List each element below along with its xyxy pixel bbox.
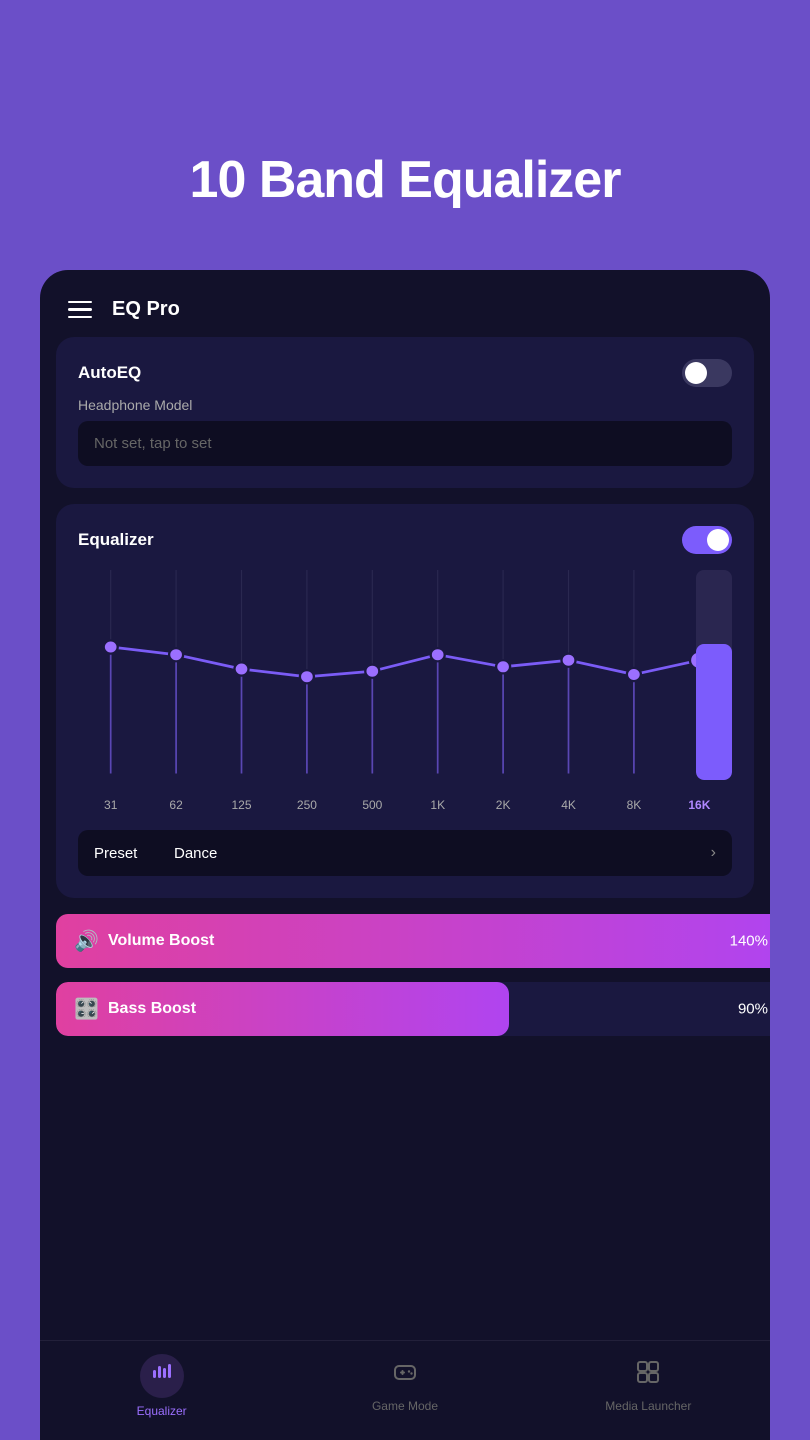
equalizer-nav-icon — [150, 1360, 174, 1391]
eq-header: Equalizer — [78, 526, 732, 554]
volume-boost-percent: 140% — [730, 933, 768, 950]
freq-labels: 31 62 125 250 500 1K 2K 4K 8K 16K — [78, 798, 732, 822]
headphone-model-field[interactable]: Not set, tap to set — [78, 421, 732, 466]
eq-chart-area[interactable] — [78, 570, 732, 790]
app-card: EQ Pro AutoEQ Headphone Model Not set, t… — [40, 270, 770, 1440]
menu-button[interactable] — [68, 301, 92, 319]
preset-chevron-icon: › — [711, 844, 716, 862]
freq-4k: 4K — [536, 798, 601, 812]
freq-125: 125 — [209, 798, 274, 812]
navbar: EQ Pro — [40, 270, 770, 337]
vertical-eq-slider[interactable] — [696, 570, 732, 780]
autoeq-label: AutoEQ — [78, 363, 141, 383]
freq-31: 31 — [78, 798, 143, 812]
freq-500: 500 — [340, 798, 405, 812]
volume-boost-bar[interactable]: 🔊 Volume Boost 140% — [56, 914, 770, 968]
nav-media-launcher[interactable]: Media Launcher — [527, 1358, 770, 1413]
game-mode-nav-icon — [391, 1358, 419, 1393]
volume-boost-label: Volume Boost — [108, 932, 214, 950]
bass-boost-bar[interactable]: 🎛️ Bass Boost 90% — [56, 982, 770, 1036]
nav-equalizer[interactable]: Equalizer — [40, 1354, 283, 1418]
app-title: EQ Pro — [112, 298, 180, 321]
media-launcher-nav-icon — [634, 1358, 662, 1393]
freq-250: 250 — [274, 798, 339, 812]
freq-16k: 16K — [667, 798, 732, 812]
bottom-navigation: Equalizer Game Mode — [40, 1340, 770, 1440]
volume-icon: 🔊 — [74, 929, 99, 954]
freq-8k: 8K — [601, 798, 666, 812]
freq-2k: 2K — [470, 798, 535, 812]
equalizer-label: Equalizer — [78, 530, 154, 550]
equalizer-toggle[interactable] — [682, 526, 732, 554]
hero-title: 10 Band Equalizer — [190, 150, 621, 210]
nav-media-launcher-label: Media Launcher — [605, 1399, 691, 1413]
eq-chart-svg — [78, 570, 732, 790]
headphone-model-label: Headphone Model — [78, 397, 732, 413]
preset-selector[interactable]: Preset Dance › — [78, 830, 732, 876]
nav-equalizer-bg — [140, 1354, 184, 1398]
nav-game-mode-label: Game Mode — [372, 1399, 438, 1413]
bass-icon: 🎛️ — [74, 997, 99, 1022]
autoeq-row: AutoEQ — [78, 359, 732, 387]
freq-1k: 1K — [405, 798, 470, 812]
autoeq-toggle[interactable] — [682, 359, 732, 387]
equalizer-panel: Equalizer — [56, 504, 754, 898]
nav-game-mode[interactable]: Game Mode — [283, 1358, 526, 1413]
autoeq-panel: AutoEQ Headphone Model Not set, tap to s… — [56, 337, 754, 488]
bass-boost-percent: 90% — [738, 1001, 768, 1018]
preset-label: Preset — [94, 845, 174, 862]
freq-62: 62 — [143, 798, 208, 812]
bass-boost-label: Bass Boost — [108, 1000, 196, 1018]
preset-value: Dance — [174, 845, 711, 862]
nav-equalizer-label: Equalizer — [137, 1404, 187, 1418]
